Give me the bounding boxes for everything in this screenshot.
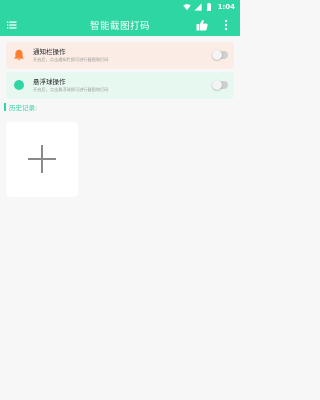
history-section-label: 历史记录: [4, 102, 37, 112]
status-clock: 1:04 [217, 3, 235, 11]
section-marker [4, 103, 6, 111]
toggle-knob [212, 50, 222, 60]
wifi-icon [182, 4, 191, 11]
floating-ball-icon [14, 80, 24, 90]
more-vertical-icon[interactable] [223, 19, 229, 31]
notification-bar-card: 通知栏操作 开启后，点击通知栏即可进行截图和打码 [6, 42, 234, 69]
add-screenshot-button[interactable] [6, 122, 78, 197]
floating-card-title: 悬浮球操作 [33, 78, 66, 86]
plus-icon [28, 145, 56, 173]
notification-card-title: 通知栏操作 [33, 48, 66, 56]
notification-toggle[interactable] [212, 50, 228, 60]
toggle-knob [212, 80, 222, 90]
floating-card-description: 开启后，点击悬浮球即可进行截图和打码 [33, 87, 109, 92]
status-bar: 1:04 [0, 0, 240, 14]
floating-ball-toggle[interactable] [212, 80, 228, 90]
app-bar: 智能截图打码 [0, 14, 240, 36]
battery-icon [206, 3, 211, 11]
app-screen: 1:04 智能截图打码 通知栏操作 开启后，点击通知栏即可进行截图和打码 悬浮球… [0, 0, 240, 400]
history-label-text: 历史记录: [9, 104, 38, 112]
signal-icon [193, 3, 202, 11]
bell-icon [14, 49, 24, 61]
floating-ball-card: 悬浮球操作 开启后，点击悬浮球即可进行截图和打码 [6, 72, 234, 99]
thumbs-up-icon[interactable] [196, 19, 208, 31]
notification-card-description: 开启后，点击通知栏即可进行截图和打码 [33, 57, 109, 62]
